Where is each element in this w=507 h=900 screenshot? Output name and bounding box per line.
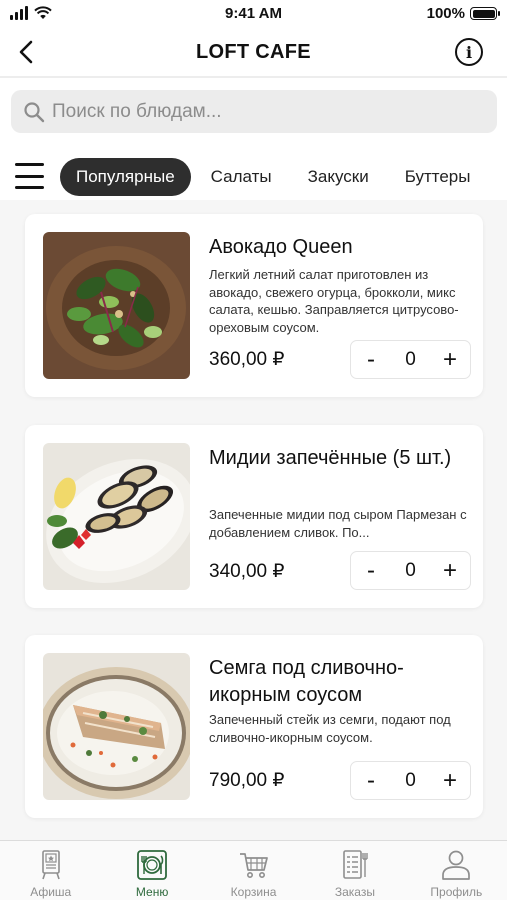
dish-description: Легкий летний салат приготовлен из авока…	[209, 267, 459, 335]
tab-orders[interactable]: Заказы	[304, 841, 405, 900]
category-tabs: Популярные Салаты Закуски Буттеры	[60, 158, 490, 196]
dish-card[interactable]: Мидии запечённые (5 шт.) Запеченные миди…	[25, 425, 483, 608]
quantity-value: 0	[405, 348, 416, 370]
page-title: LOFT CAFE	[196, 41, 311, 63]
tab-label: Афиша	[30, 885, 72, 899]
cart-icon	[239, 853, 268, 878]
app-header: LOFT CAFE i	[0, 28, 507, 78]
tab-label: Корзина	[230, 885, 277, 899]
increase-button[interactable]: +	[438, 558, 462, 583]
bottom-tab-bar: Афиша Меню Корзина Заказы Профиль	[0, 840, 507, 900]
tab-butters[interactable]: Буттеры	[389, 158, 487, 196]
poster-icon	[41, 850, 60, 880]
dish-price: 360,00 ₽	[209, 349, 285, 370]
battery-percent: 100%	[426, 5, 465, 22]
dish-list: Авокадо Queen Легкий летний салат пригот…	[0, 200, 507, 840]
tab-menu[interactable]: Меню	[101, 841, 202, 900]
dish-image	[43, 653, 190, 800]
decrease-button[interactable]: -	[359, 558, 383, 583]
dish-description: Запеченные мидии под сыром Пармезан с до…	[209, 507, 467, 540]
quantity-stepper: - 0 +	[350, 340, 471, 379]
quantity-stepper: - 0 +	[350, 551, 471, 590]
tab-salads[interactable]: Салаты	[195, 158, 288, 196]
tab-popular[interactable]: Популярные	[60, 158, 191, 196]
dish-card[interactable]: Семга под сливочно-икорным соусом Запече…	[25, 635, 483, 818]
dish-title: Мидии запечённые (5 шт.)	[209, 447, 452, 469]
increase-button[interactable]: +	[438, 347, 462, 372]
tab-snacks[interactable]: Закуски	[292, 158, 385, 196]
plate-cutlery-icon	[137, 850, 168, 880]
decrease-button[interactable]: -	[359, 347, 383, 372]
hamburger-menu-icon[interactable]	[15, 163, 44, 189]
dish-price: 340,00 ₽	[209, 561, 285, 582]
tab-label: Профиль	[430, 885, 483, 899]
dish-title: Авокадо Queen	[209, 236, 353, 258]
tab-profile[interactable]: Профиль	[406, 841, 507, 900]
tab-label: Меню	[135, 885, 169, 899]
search-bar[interactable]	[11, 90, 497, 133]
decrease-button[interactable]: -	[359, 768, 383, 793]
battery-icon	[470, 7, 500, 20]
info-icon: i	[465, 42, 473, 62]
dish-title: Семга под сливочно-икорным соусом	[209, 657, 404, 706]
quantity-stepper: - 0 +	[350, 761, 471, 800]
dish-description: Запеченный стейк из семги, подают под сл…	[209, 712, 451, 745]
tab-poster[interactable]: Афиша	[0, 841, 101, 900]
search-icon	[24, 101, 45, 122]
profile-icon	[442, 850, 471, 880]
info-button[interactable]: i	[455, 38, 483, 66]
search-input[interactable]	[52, 100, 472, 123]
quantity-value: 0	[405, 559, 416, 581]
orders-icon	[343, 850, 368, 879]
tab-cart[interactable]: Корзина	[203, 841, 304, 900]
dish-price: 790,00 ₽	[209, 770, 285, 791]
dish-image	[43, 443, 190, 590]
quantity-value: 0	[405, 769, 416, 791]
category-bar: Популярные Салаты Закуски Буттеры	[0, 156, 507, 198]
status-bar: 9:41 AM 100%	[0, 0, 507, 28]
tab-label: Заказы	[334, 885, 375, 899]
increase-button[interactable]: +	[438, 768, 462, 793]
dish-image	[43, 232, 190, 379]
dish-card[interactable]: Авокадо Queen Легкий летний салат пригот…	[25, 214, 483, 397]
